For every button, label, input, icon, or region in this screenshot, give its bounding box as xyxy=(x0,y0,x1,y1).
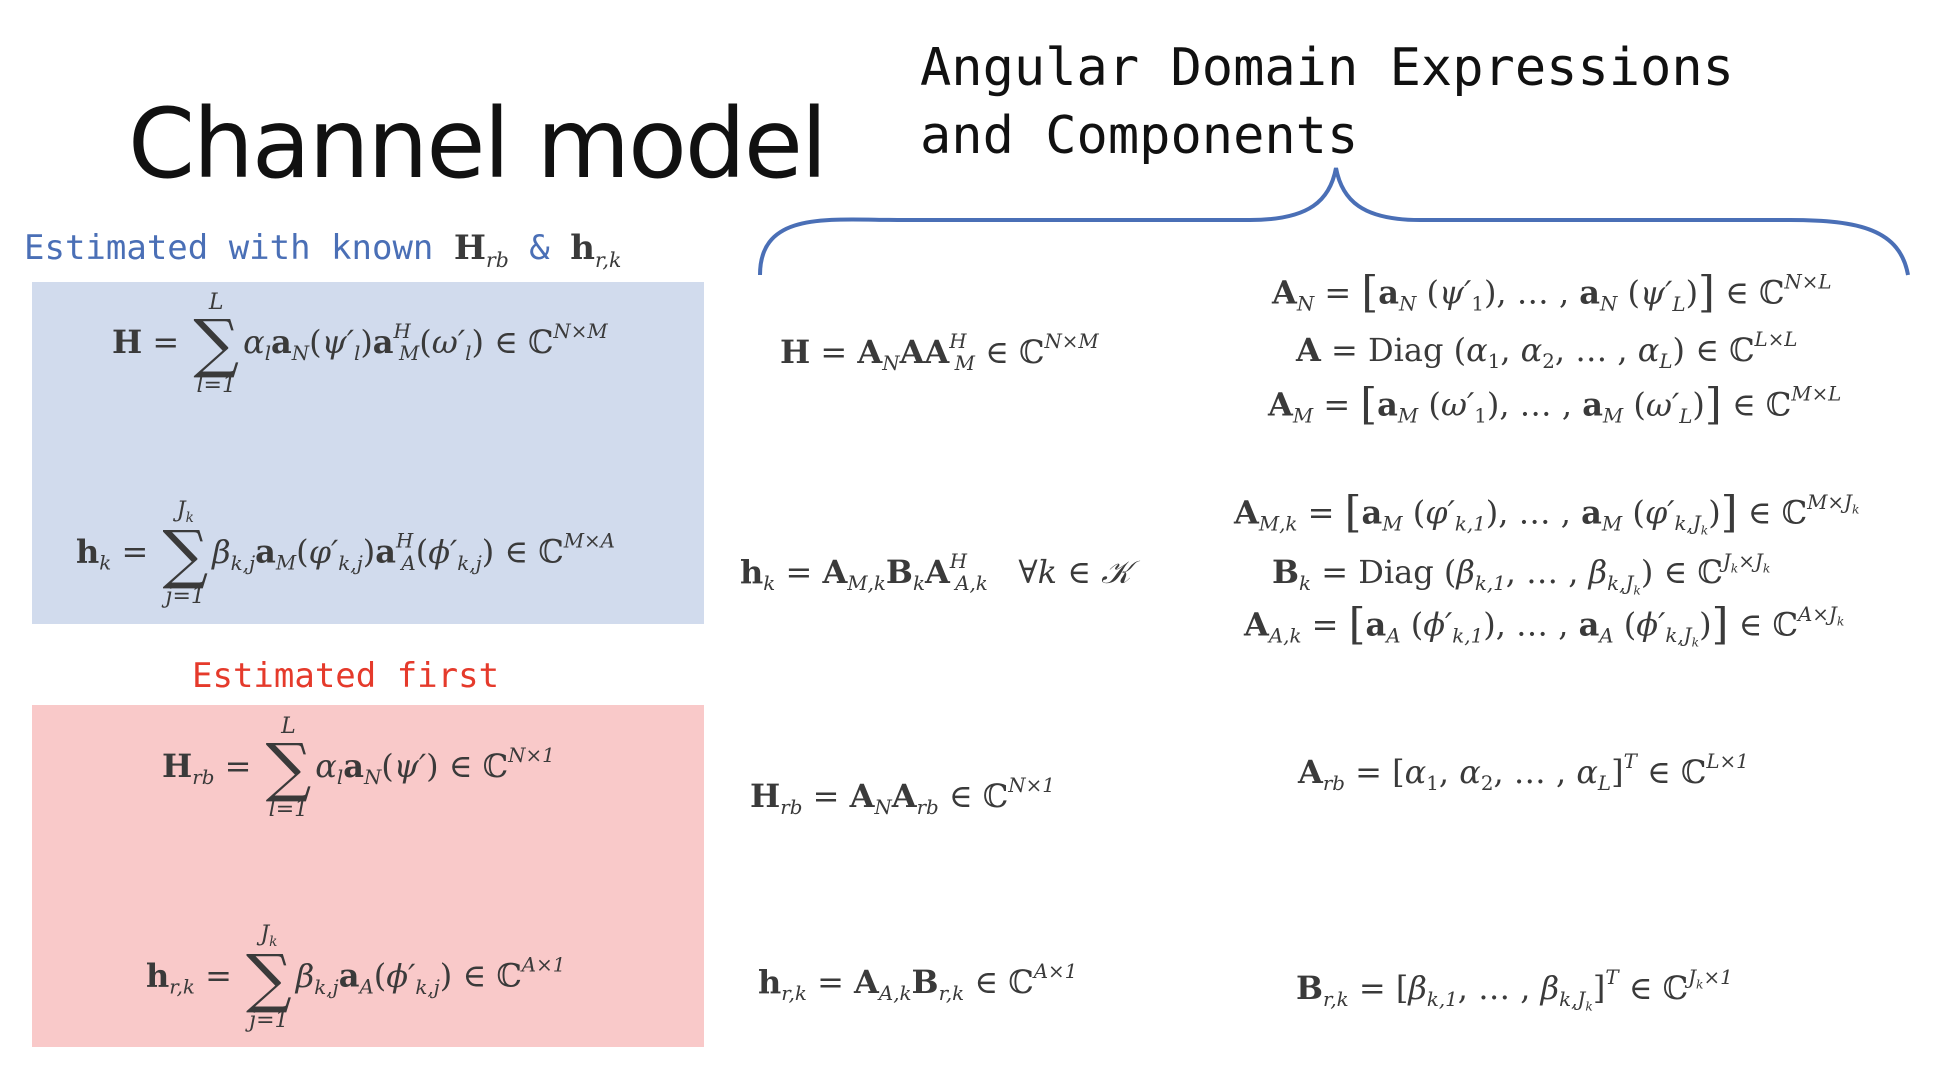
math-h-sub: r,k xyxy=(594,247,622,272)
equation-Hrb-matrix: Hrb = ANArb ∈ ℂN×1 xyxy=(750,774,1055,819)
equation-Arb: Arb = [α1, α2, … , αL]T ∈ ℂL×1 xyxy=(1298,750,1749,795)
equation-hrk-matrix: hr,k = AA,kBr,k ∈ ℂA×1 xyxy=(758,960,1078,1005)
equation-hk-sum: hk = Jk ∑ j=1 βk,jaM(φ′k,j)aHA(ϕ′k,j) ∈ ℂM×… xyxy=(76,498,615,610)
label-estimated-known: Estimated with known Hrb & hr,k xyxy=(24,228,621,272)
label-estimated-first: Estimated first xyxy=(192,656,500,696)
equation-H-sum: H = L ∑ l=1 αlaN(ψ′l)aHM(ω′l) ∈ ℂN×M xyxy=(112,290,608,398)
math-H-letter: H xyxy=(453,228,486,268)
equation-Hrb-sum: Hrb = L ∑ l=1 αlaN(ψ′) ∈ ℂN×1 xyxy=(162,714,555,822)
ampersand: & xyxy=(508,228,571,268)
equation-A-diag: A = Diag (α1, α2, … , αL) ∈ ℂL×L xyxy=(1296,328,1798,373)
math-h-letter: h xyxy=(570,228,595,268)
equation-AAk: AA,k = [aA (ϕ′k,1), … , aA (ϕ′k,Jk)] ∈ ℂ… xyxy=(1244,600,1845,650)
equation-H-matrix: H = ANAAHM ∈ ℂN×M xyxy=(780,330,1099,375)
equation-hk-matrix: hk = AM,kBkAHA,k ∀k ∈ 𝒦 xyxy=(740,550,1131,595)
math-h: hr,k xyxy=(570,228,621,272)
equation-hrk-sum: hr,k = Jk ∑ j=1 βk,jaA(ϕ′k,j) ∈ ℂA×1 xyxy=(146,922,566,1034)
equation-AMk: AM,k = [aM (φ′k,1), … , aM (φ′k,Jk)] ∈ ℂ… xyxy=(1234,488,1860,538)
math-H: Hrb xyxy=(453,228,509,272)
math-H-sub: rb xyxy=(486,247,509,272)
equation-AN: AN = [aN (ψ′1), … , aN (ψ′L)] ∈ ℂN×L xyxy=(1272,268,1832,318)
equation-Bk-diag: Bk = Diag (βk,1, … , βk,Jk) ∈ ℂJk×Jk xyxy=(1272,550,1771,598)
equation-Brk: Br,k = [βk,1, … , βk,Jk]T ∈ ℂJk×1 xyxy=(1296,966,1733,1014)
label-text: Estimated with known xyxy=(24,228,454,268)
equation-AM: AM = [aM (ω′1), … , aM (ω′L)] ∈ ℂM×L xyxy=(1268,380,1842,430)
